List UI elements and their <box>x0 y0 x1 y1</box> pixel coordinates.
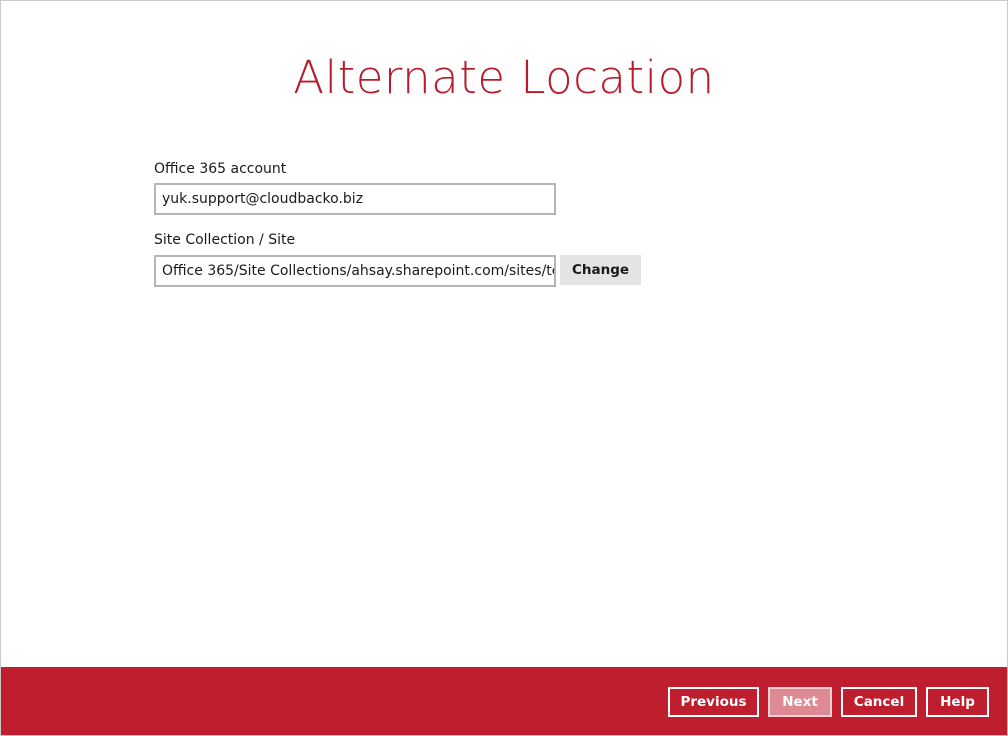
site-collection-field[interactable]: Office 365/Site Collections/ahsay.sharep… <box>154 255 556 287</box>
next-button[interactable]: Next <box>768 687 832 717</box>
help-button[interactable]: Help <box>926 687 989 717</box>
cancel-button[interactable]: Cancel <box>841 687 917 717</box>
change-button[interactable]: Change <box>560 255 641 285</box>
footer-bar: Previous Next Cancel Help <box>1 667 1007 735</box>
office365-account-field[interactable]: yuk.support@cloudbacko.biz <box>154 183 556 215</box>
office365-account-label: Office 365 account <box>154 161 287 177</box>
alternate-location-window: Alternate Location Office 365 account yu… <box>0 0 1008 736</box>
previous-button[interactable]: Previous <box>668 687 759 717</box>
page-title: Alternate Location <box>293 51 715 104</box>
site-collection-label: Site Collection / Site <box>154 232 296 248</box>
